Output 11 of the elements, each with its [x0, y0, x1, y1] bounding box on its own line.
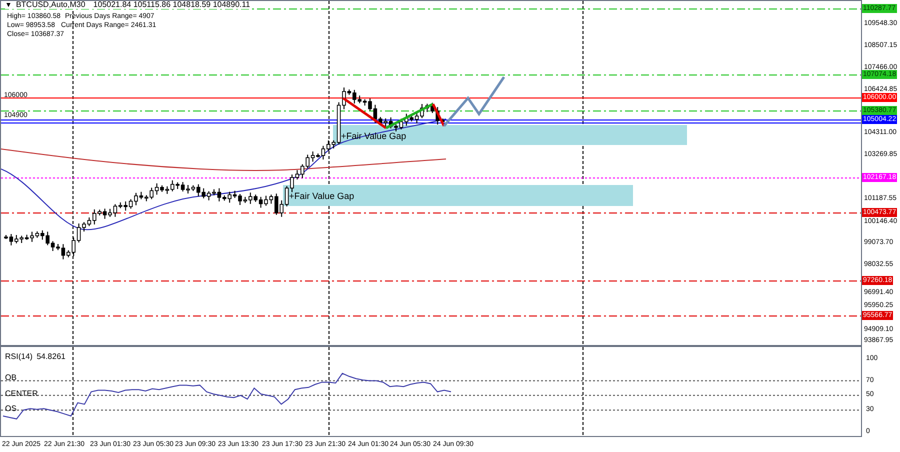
rsi-level-label: OS — [5, 405, 17, 413]
rsi-series-name: RSI(14) — [5, 353, 33, 361]
rsi-value: 54.8261 — [36, 353, 66, 361]
rsi-level-label: CENTER — [5, 390, 38, 398]
zone-label: +Fair Value Gap — [341, 132, 406, 141]
rsi-level-label: OB — [5, 374, 17, 382]
projection-path — [443, 76, 506, 127]
zone-label: +Fair Value Gap — [289, 192, 354, 201]
price-quote: 105021.84 105115.86 104818.59 104890.11 — [93, 1, 250, 9]
chart-symbol: BTCUSD,Auto,M30 — [16, 1, 86, 9]
trend-line — [342, 96, 387, 130]
